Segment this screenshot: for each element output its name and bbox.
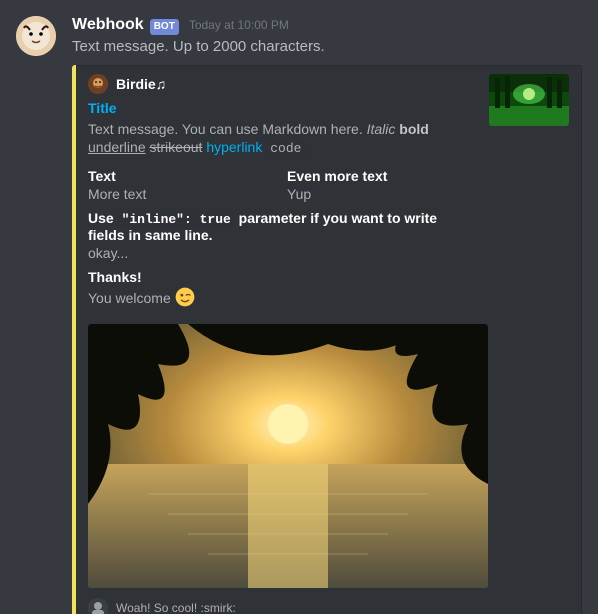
- field-value: You welcome: [88, 287, 477, 310]
- field-value: okay...: [88, 245, 477, 261]
- message-content: Webhook BOT Today at 10:00 PM Text messa…: [72, 16, 582, 614]
- discord-message: Webhook BOT Today at 10:00 PM Text messa…: [0, 0, 598, 614]
- desc-strikeout: strikeout: [150, 139, 203, 155]
- field-value: Yup: [287, 186, 462, 202]
- field-name: Thanks!: [88, 269, 477, 285]
- username[interactable]: Webhook: [72, 16, 144, 34]
- embed-thumbnail[interactable]: [489, 74, 569, 126]
- desc-text: Text message. You can use Markdown here.: [88, 121, 367, 137]
- timestamp: Today at 10:00 PM: [189, 18, 289, 32]
- desc-italic: Italic: [367, 121, 396, 137]
- embed-footer: Woah! So cool! :smirk:: [88, 598, 569, 614]
- embed-title[interactable]: Title: [88, 100, 477, 116]
- desc-code: code: [266, 140, 305, 157]
- embed-field: Even more text Yup: [287, 168, 462, 202]
- field-value: More text: [88, 186, 263, 202]
- embed-field: Use "inline": true parameter if you want…: [88, 210, 477, 261]
- embed-field: Thanks! You welcome: [88, 269, 477, 310]
- field-name-code: "inline": true: [118, 211, 235, 228]
- desc-underline: underline: [88, 139, 146, 155]
- avatar: [16, 16, 56, 56]
- desc-bold: bold: [399, 121, 429, 137]
- field-value-text: You welcome: [88, 290, 175, 306]
- embed-description: Text message. You can use Markdown here.…: [88, 120, 477, 158]
- field-name: Text: [88, 168, 263, 184]
- embed: Birdie♫ Title Text message. You can use …: [72, 65, 582, 614]
- footer-text: Woah! So cool! :smirk:: [116, 601, 236, 614]
- field-name: Use "inline": true parameter if you want…: [88, 210, 477, 243]
- message-header: Webhook BOT Today at 10:00 PM: [72, 16, 582, 35]
- embed-author: Birdie♫: [88, 74, 477, 94]
- field-name: Even more text: [287, 168, 462, 184]
- message-text: Text message. Up to 2000 characters.: [72, 37, 582, 57]
- footer-icon: [88, 598, 108, 614]
- embed-fields: Text More text Even more text Yup Use "i…: [88, 168, 477, 318]
- embed-field: Text More text: [88, 168, 263, 202]
- desc-hyperlink[interactable]: hyperlink: [206, 139, 262, 155]
- embed-body: Birdie♫ Title Text message. You can use …: [76, 65, 582, 614]
- author-icon: [88, 74, 108, 94]
- field-name-prefix: Use: [88, 210, 118, 226]
- embed-image[interactable]: [88, 324, 488, 588]
- bot-tag: BOT: [150, 19, 179, 35]
- wink-emoji-icon: [175, 287, 195, 310]
- author-name: Birdie♫: [116, 76, 166, 92]
